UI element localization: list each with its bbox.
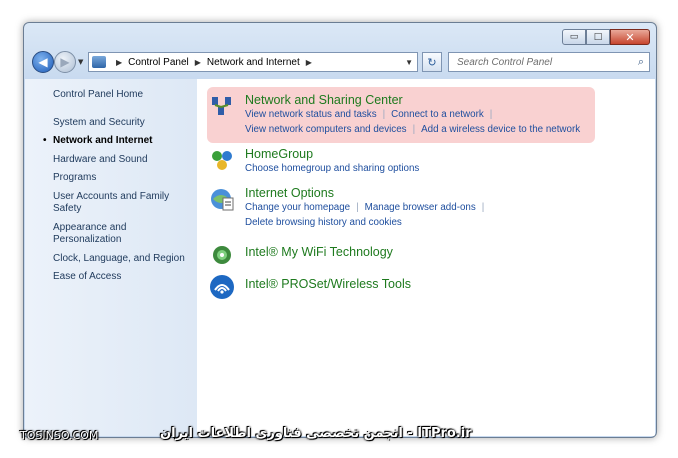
sidebar-item-programs[interactable]: Programs — [25, 172, 197, 185]
minimize-button[interactable]: ▭ — [562, 29, 586, 45]
breadcrumb-network-and-internet[interactable]: Network and Internet — [207, 57, 300, 68]
back-button[interactable]: ◀ — [32, 51, 54, 73]
sidebar-item-clock-language-region[interactable]: Clock, Language, and Region — [25, 253, 197, 266]
category-title[interactable]: Intel® PROSet/Wireless Tools — [245, 277, 411, 291]
control-panel-window: ▭ □ ✕ ◀ ▶ ▼ ▶ Control Panel ▶ Network an… — [23, 22, 657, 438]
breadcrumb-separator-icon[interactable]: ▶ — [116, 58, 122, 67]
content-area: Control Panel Home System and Security N… — [25, 79, 655, 436]
refresh-icon: ↻ — [427, 55, 437, 69]
caption-buttons: ▭ □ ✕ — [562, 29, 650, 45]
internet-options-icon — [211, 189, 234, 211]
search-box[interactable]: ⌕ — [448, 52, 650, 72]
sidebar-item-hardware-and-sound[interactable]: Hardware and Sound — [25, 154, 197, 167]
link-view-network-status[interactable]: View network status and tasks — [245, 109, 377, 120]
category-title[interactable]: Network and Sharing Center — [245, 93, 580, 107]
category-homegroup: HomeGroup Choose homegroup and sharing o… — [209, 147, 419, 176]
search-icon[interactable]: ⌕ — [638, 55, 644, 69]
category-title[interactable]: HomeGroup — [245, 147, 419, 161]
search-input[interactable] — [455, 55, 629, 69]
category-network-sharing-center: Network and Sharing Center View network … — [209, 93, 580, 137]
maximize-button[interactable]: □ — [586, 29, 610, 45]
link-connect-to-network[interactable]: Connect to a network — [391, 109, 484, 120]
address-dropdown-icon[interactable]: ▼ — [405, 58, 413, 67]
close-button[interactable]: ✕ — [610, 29, 650, 45]
watermark-tosinso: TOSINSO.COM — [20, 429, 99, 442]
watermark-itpro: ITPro.ir - انجمن تخصصی فناوری اطلاعات ای… — [160, 426, 472, 441]
forward-arrow-icon: ▶ — [60, 55, 70, 69]
main-panel: Network and Sharing Center View network … — [197, 79, 655, 436]
network-sharing-icon — [212, 97, 231, 115]
link-view-network-computers[interactable]: View network computers and devices — [245, 124, 407, 135]
link-manage-addons[interactable]: Manage browser add-ons — [365, 202, 476, 213]
category-title[interactable]: Internet Options — [245, 186, 490, 200]
control-panel-icon — [92, 56, 106, 68]
recent-pages-dropdown-icon[interactable]: ▼ — [78, 58, 83, 66]
breadcrumb-separator-icon[interactable]: ▶ — [306, 58, 312, 67]
intel-wifi-icon — [213, 246, 231, 264]
sidebar-item-network-and-internet[interactable]: Network and Internet — [25, 135, 197, 148]
navigation-bar: ◀ ▶ ▼ ▶ Control Panel ▶ Network and Inte… — [30, 51, 650, 75]
sidebar-control-panel-home[interactable]: Control Panel Home — [25, 89, 197, 102]
category-intel-my-wifi: Intel® My WiFi Technology — [209, 242, 393, 268]
sidebar-item-appearance[interactable]: Appearance and Personalization — [25, 222, 153, 247]
homegroup-icon — [212, 151, 232, 170]
address-bar[interactable]: ▶ Control Panel ▶ Network and Internet ▶… — [88, 52, 418, 72]
link-add-wireless-device[interactable]: Add a wireless device to the network — [421, 124, 580, 135]
category-title[interactable]: Intel® My WiFi Technology — [245, 245, 393, 259]
category-intel-proset: Intel® PROSet/Wireless Tools — [209, 274, 411, 300]
sidebar-item-user-accounts[interactable]: User Accounts and Family Safety — [25, 191, 173, 216]
breadcrumb-control-panel[interactable]: Control Panel — [128, 57, 189, 68]
link-delete-history[interactable]: Delete browsing history and cookies — [245, 217, 402, 228]
forward-button[interactable]: ▶ — [54, 51, 76, 73]
link-choose-homegroup[interactable]: Choose homegroup and sharing options — [245, 163, 419, 174]
link-change-homepage[interactable]: Change your homepage — [245, 202, 350, 213]
breadcrumb-separator-icon[interactable]: ▶ — [195, 58, 201, 67]
sidebar: Control Panel Home System and Security N… — [25, 79, 197, 436]
intel-proset-icon — [210, 275, 234, 299]
refresh-button[interactable]: ↻ — [422, 52, 442, 72]
category-internet-options: Internet Options Change your homepage | Ma… — [209, 186, 490, 230]
sidebar-item-system-and-security[interactable]: System and Security — [25, 117, 197, 130]
back-arrow-icon: ◀ — [38, 55, 48, 69]
sidebar-item-ease-of-access[interactable]: Ease of Access — [25, 271, 197, 284]
